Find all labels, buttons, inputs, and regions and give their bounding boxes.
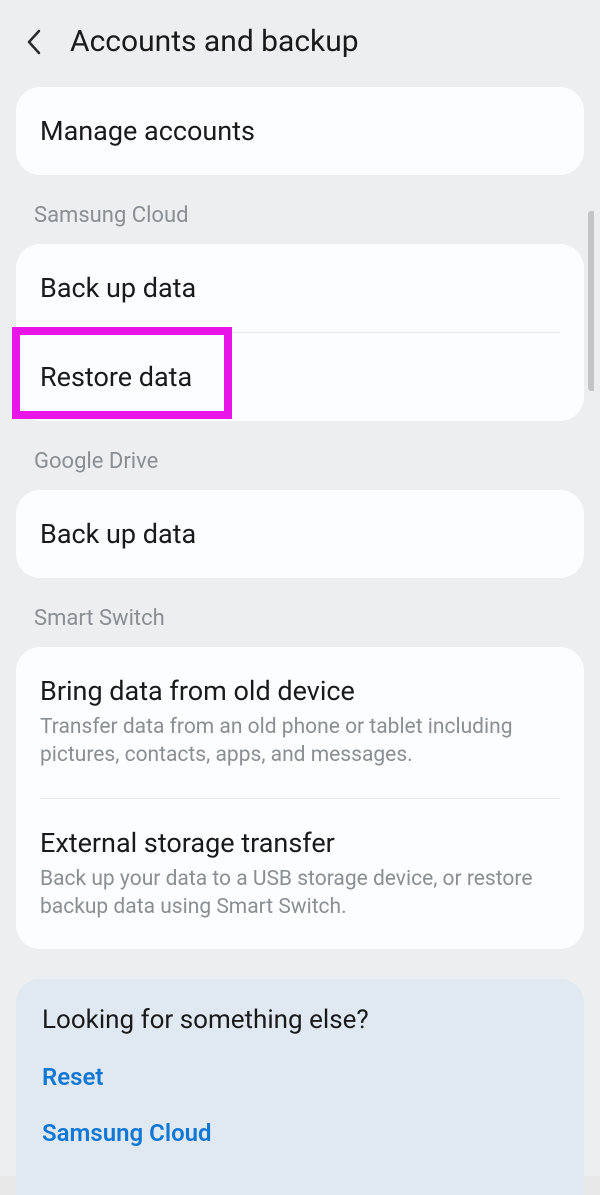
section-google-drive: Google Drive bbox=[6, 429, 594, 482]
bring-data-title: Bring data from old device bbox=[40, 675, 560, 707]
samsung-backup-label: Back up data bbox=[40, 272, 560, 304]
manage-card: Manage accounts bbox=[16, 87, 584, 175]
smart-switch-card: Bring data from old device Transfer data… bbox=[16, 647, 584, 949]
samsung-restore-label: Restore data bbox=[40, 361, 560, 393]
reset-link[interactable]: Reset bbox=[42, 1063, 558, 1091]
external-storage-title: External storage transfer bbox=[40, 827, 560, 859]
manage-accounts-label: Manage accounts bbox=[40, 115, 560, 147]
external-storage-item[interactable]: External storage transfer Back up your d… bbox=[16, 799, 584, 950]
page-title: Accounts and backup bbox=[70, 24, 359, 59]
google-backup-label: Back up data bbox=[40, 518, 560, 550]
bring-data-item[interactable]: Bring data from old device Transfer data… bbox=[16, 647, 584, 798]
samsung-backup-item[interactable]: Back up data bbox=[16, 244, 584, 332]
bring-data-desc: Transfer data from an old phone or table… bbox=[40, 713, 560, 770]
samsung-cloud-card: Back up data Restore data bbox=[16, 244, 584, 421]
external-storage-desc: Back up your data to a USB storage devic… bbox=[40, 865, 560, 922]
back-icon[interactable] bbox=[22, 30, 46, 54]
section-samsung-cloud: Samsung Cloud bbox=[6, 183, 594, 236]
header: Accounts and backup bbox=[6, 6, 594, 79]
samsung-restore-item[interactable]: Restore data bbox=[16, 333, 584, 421]
samsung-cloud-link[interactable]: Samsung Cloud bbox=[42, 1119, 558, 1147]
footer-card: Looking for something else? Reset Samsun… bbox=[16, 979, 584, 1195]
google-drive-card: Back up data bbox=[16, 490, 584, 578]
google-backup-item[interactable]: Back up data bbox=[16, 490, 584, 578]
section-smart-switch: Smart Switch bbox=[6, 586, 594, 639]
manage-accounts-item[interactable]: Manage accounts bbox=[16, 87, 584, 175]
scrollbar[interactable] bbox=[588, 211, 594, 391]
footer-title: Looking for something else? bbox=[42, 1005, 558, 1035]
